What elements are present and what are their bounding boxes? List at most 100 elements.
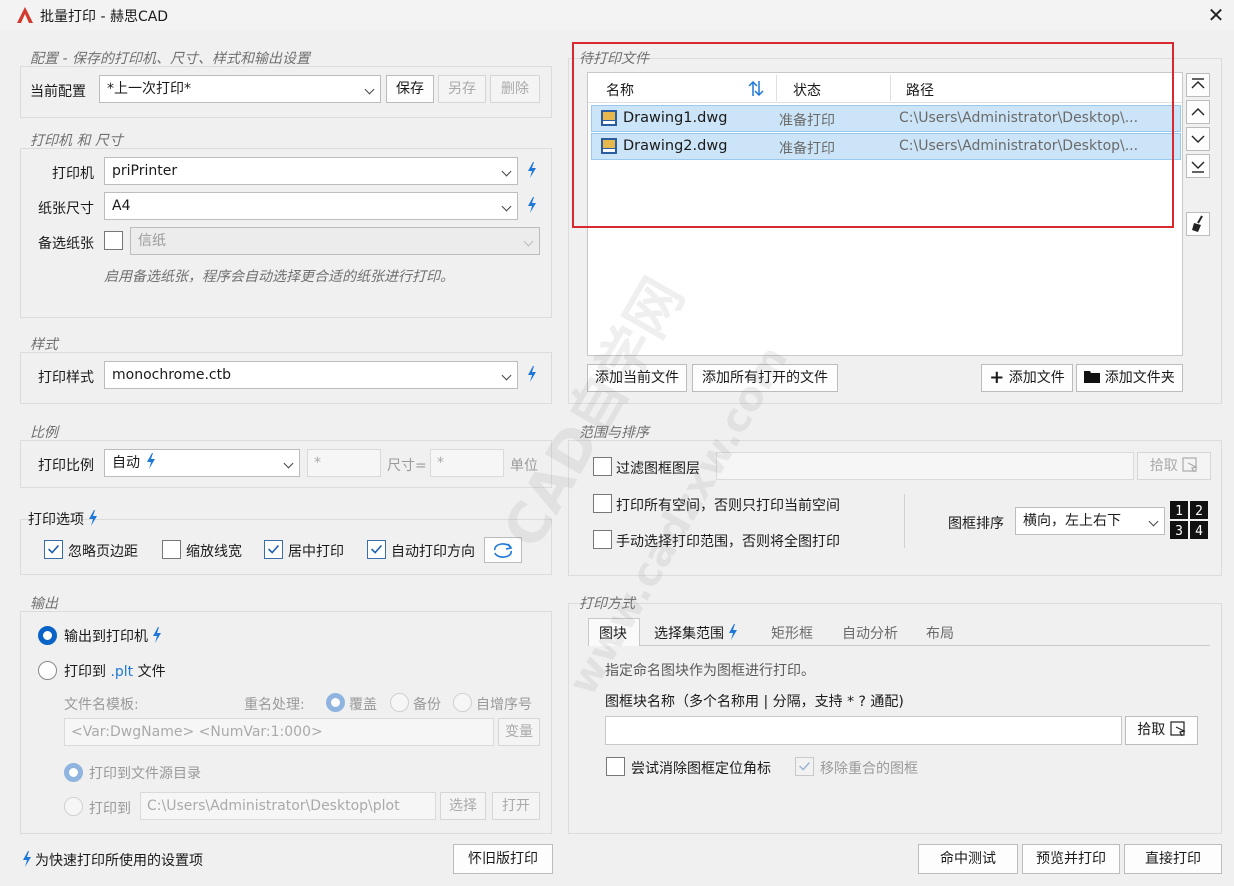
file-row[interactable]: Drawing1.dwg 准备打印 C:\Users\Administrator…	[591, 105, 1181, 132]
title-bar	[0, 0, 1234, 30]
current-config-select[interactable]: *上一次打印*	[99, 75, 381, 103]
file-name: Drawing2.dwg	[623, 138, 728, 154]
current-config-value: *上一次打印*	[107, 81, 191, 97]
filter-layers-input[interactable]	[716, 452, 1134, 480]
style-group-label: 样式	[30, 337, 58, 353]
select-dir-button[interactable]: 选择	[440, 792, 486, 820]
range-divider	[904, 494, 905, 548]
paper-size-select[interactable]: A4	[104, 192, 518, 220]
legacy-print-button[interactable]: 怀旧版打印	[453, 844, 553, 874]
column-name-header[interactable]: 名称	[606, 80, 634, 100]
scale-unit-input[interactable]: *	[430, 449, 504, 477]
all-spaces-checkbox[interactable]	[593, 494, 612, 513]
sort-icon[interactable]	[748, 80, 764, 97]
tab-layout[interactable]: 布局	[926, 623, 954, 643]
chevron-down-icon	[501, 166, 512, 177]
chevron-down-icon	[501, 370, 512, 381]
plus-icon: +	[989, 367, 1005, 388]
close-icon[interactable]: ✕	[1202, 2, 1230, 28]
file-path: C:\Users\Administrator\Desktop\...	[899, 110, 1139, 126]
lightning-icon	[528, 366, 536, 382]
lightning-icon	[89, 510, 98, 526]
center-print-checkbox[interactable]	[264, 540, 283, 559]
column-divider	[890, 75, 891, 101]
save-config-button[interactable]: 保存	[386, 75, 434, 103]
move-top-button[interactable]	[1186, 73, 1210, 97]
manual-range-checkbox[interactable]	[593, 530, 612, 549]
file-row[interactable]: Drawing2.dwg 准备打印 C:\Users\Administrator…	[591, 133, 1181, 160]
plot-style-value: monochrome.ctb	[112, 367, 231, 383]
block-name-label: 图框块名称（多个名称用 | 分隔，支持 * ? 通配)	[605, 694, 904, 710]
frame-order-label: 图框排序	[948, 516, 1004, 532]
window-title: 批量打印 - 赫思CAD	[40, 9, 169, 25]
output-to-plt-radio[interactable]	[38, 661, 57, 680]
ignore-margin-label: 忽略页边距	[68, 544, 138, 560]
preview-print-button[interactable]: 预览并打印	[1022, 844, 1120, 874]
erase-anchor-checkbox[interactable]	[606, 757, 625, 776]
chevron-down-icon	[501, 201, 512, 212]
save-as-config-button[interactable]: 另存	[438, 75, 486, 103]
pick-block-button[interactable]: 拾取	[1125, 716, 1198, 745]
print-options-label: 打印选项	[28, 509, 98, 529]
pick-cursor-icon	[1182, 457, 1198, 473]
move-top-icon	[1191, 78, 1205, 89]
open-dir-button[interactable]: 打开	[492, 792, 540, 820]
tab-auto-analysis[interactable]: 自动分析	[842, 623, 898, 643]
move-bottom-button[interactable]	[1186, 154, 1210, 178]
chevron-down-icon	[1191, 135, 1205, 143]
plot-scale-select[interactable]: 自动	[104, 449, 300, 477]
plot-scale-value: 自动	[112, 455, 140, 471]
config-group-label: 配置 - 保存的打印机、尺寸、样式和输出设置	[30, 51, 310, 67]
print-to-dir-radio[interactable]	[64, 797, 83, 816]
direct-print-button[interactable]: 直接打印	[1124, 844, 1222, 874]
plot-style-label: 打印样式	[38, 370, 94, 386]
frame-order-select[interactable]: 横向，左上右下	[1015, 507, 1165, 535]
scale-lineweight-checkbox[interactable]	[162, 540, 181, 559]
hit-test-button[interactable]: 命中测试	[918, 844, 1018, 874]
auto-orientation-checkbox[interactable]	[367, 540, 386, 559]
tab-rectangle[interactable]: 矩形框	[771, 623, 813, 643]
printer-select[interactable]: priPrinter	[104, 157, 518, 185]
lightning-icon	[528, 162, 536, 178]
pick-cursor-icon	[1170, 721, 1186, 737]
plot-style-select[interactable]: monochrome.ctb	[104, 361, 518, 389]
add-folder-button[interactable]: 添加文件夹	[1076, 364, 1183, 392]
pick-layer-button[interactable]: 拾取	[1137, 452, 1211, 480]
printer-label: 打印机	[52, 166, 94, 182]
move-bottom-icon	[1191, 161, 1205, 173]
output-to-printer-radio[interactable]	[38, 626, 57, 645]
tab-selection-range[interactable]: 选择集范围	[654, 623, 738, 643]
scale-group-label: 比例	[30, 425, 58, 441]
delete-config-button[interactable]: 删除	[490, 75, 540, 103]
chevron-down-icon	[1148, 516, 1159, 527]
output-dir-input[interactable]: C:\Users\Administrator\Desktop\plot	[140, 792, 436, 820]
quick-print-hint: 为快速打印所使用的设置项	[35, 853, 203, 869]
lightning-icon	[23, 851, 31, 867]
variable-button[interactable]: 变量	[498, 718, 540, 746]
folder-icon	[1084, 371, 1101, 383]
move-up-button[interactable]	[1186, 100, 1210, 124]
output-group-label: 输出	[30, 596, 58, 612]
rename-increment-radio[interactable]	[453, 693, 472, 712]
print-to-source-dir-radio[interactable]	[64, 763, 83, 782]
rename-backup-radio[interactable]	[390, 693, 409, 712]
svg-text:3: 3	[1175, 524, 1183, 539]
ignore-margin-checkbox[interactable]	[44, 540, 63, 559]
alt-paper-select[interactable]: 信纸	[130, 227, 540, 255]
alt-paper-value: 信纸	[138, 233, 166, 249]
column-status-header[interactable]: 状态	[793, 80, 821, 100]
block-name-input[interactable]	[605, 716, 1122, 745]
rename-overwrite-radio[interactable]	[326, 693, 345, 712]
filename-template-input[interactable]: <Var:DwgName> <NumVar:1:000>	[64, 718, 494, 746]
scale-paper-input[interactable]: *	[307, 449, 381, 477]
remove-overlap-checkbox[interactable]	[795, 757, 814, 776]
lightning-icon	[147, 453, 156, 469]
clear-list-button[interactable]	[1186, 212, 1210, 236]
chevron-down-icon	[523, 236, 534, 247]
move-down-button[interactable]	[1186, 127, 1210, 151]
add-file-button[interactable]: + 添加文件	[981, 364, 1073, 392]
alt-paper-checkbox[interactable]	[104, 231, 123, 250]
column-path-header[interactable]: 路径	[906, 80, 934, 100]
alt-paper-label: 备选纸张	[38, 236, 94, 252]
rename-label: 重名处理:	[244, 697, 305, 713]
